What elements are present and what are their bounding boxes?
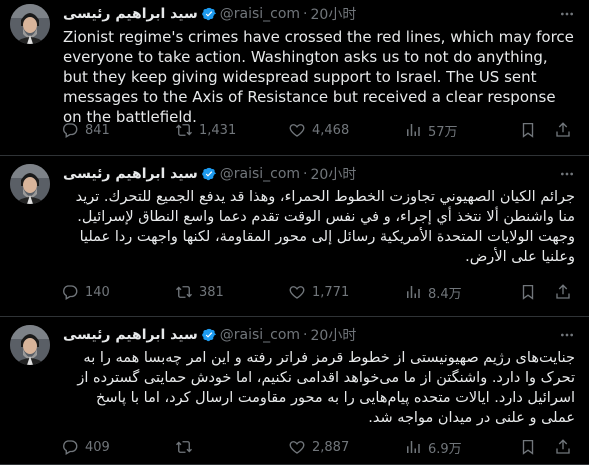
avatar-portrait-icon [10, 4, 50, 44]
tweet-text: جنایت‌های رژیم صهیونیستی از خطوط قرمز فر… [77, 350, 575, 426]
author-handle[interactable]: @raisi_com [220, 327, 300, 343]
avatar[interactable] [10, 325, 50, 365]
retweet-button[interactable]: 1,431 [175, 120, 236, 140]
share-button[interactable] [554, 282, 572, 302]
verified-badge-icon [201, 328, 216, 342]
retweet-icon [176, 441, 192, 453]
separator-dot: · [303, 6, 308, 22]
reply-button[interactable]: 409 [61, 437, 110, 457]
views-count: 57万 [428, 124, 458, 140]
like-count: 2,887 [312, 439, 350, 455]
share-button[interactable] [554, 120, 572, 140]
views-button[interactable]: 57万 [404, 120, 458, 140]
like-button[interactable]: 4,468 [288, 120, 349, 140]
reply-button[interactable]: 140 [61, 282, 110, 302]
author-handle[interactable]: @raisi_com [220, 166, 300, 182]
like-icon [289, 441, 305, 454]
tweet-text: Zionist regime's crimes have crossed the… [63, 28, 574, 126]
reply-count: 140 [85, 284, 110, 300]
bookmark-button[interactable] [519, 282, 537, 302]
separator-dot: · [303, 327, 308, 343]
verified-badge-icon [201, 7, 216, 21]
retweet-button[interactable]: 381 [175, 282, 224, 302]
bookmark-button[interactable] [519, 437, 537, 457]
retweet-icon [176, 286, 192, 298]
verified-badge-icon [201, 167, 216, 181]
views-button[interactable]: 6.9万 [404, 437, 462, 457]
like-button[interactable]: 1,771 [288, 282, 349, 302]
tweet-actions: 140 381 1,771 8.4万 [0, 282, 589, 302]
reply-button[interactable]: 841 [61, 120, 110, 140]
bookmark-icon [522, 122, 534, 138]
tweet[interactable]: سيد ابراهيم رئيسى @raisi_com · 20小时 جرائ… [0, 156, 589, 317]
timestamp[interactable]: 20小时 [311, 325, 357, 345]
reply-icon [63, 440, 78, 455]
avatar-portrait-icon [10, 164, 50, 204]
retweet-count: 1,431 [199, 122, 237, 138]
share-icon [556, 439, 570, 454]
timestamp[interactable]: 20小时 [311, 4, 357, 24]
bookmark-button[interactable] [519, 120, 537, 140]
like-count: 1,771 [312, 284, 350, 300]
author-handle[interactable]: @raisi_com [220, 6, 300, 22]
tweet[interactable]: سيد ابراهيم رئيسى @raisi_com · 20小时 جنای… [0, 317, 589, 465]
views-icon [407, 286, 420, 298]
avatar-portrait-icon [10, 325, 50, 365]
like-count: 4,468 [312, 122, 350, 138]
retweet-count: 381 [199, 284, 224, 300]
avatar[interactable] [10, 164, 50, 204]
more-icon[interactable] [557, 325, 577, 345]
reply-count: 841 [85, 122, 110, 138]
reply-icon [63, 123, 78, 138]
views-count: 8.4万 [428, 286, 462, 302]
separator-dot: · [303, 166, 308, 182]
views-icon [407, 124, 420, 136]
reply-count: 409 [85, 439, 110, 455]
share-icon [556, 122, 570, 137]
retweet-icon [176, 124, 192, 136]
share-button[interactable] [554, 437, 572, 457]
tweet[interactable]: سيد ابراهيم رئيسى @raisi_com · 20小时 Zion… [0, 0, 589, 156]
retweet-button[interactable] [175, 437, 199, 457]
tweet-actions: 409 2,887 6.9万 [0, 437, 589, 457]
views-button[interactable]: 8.4万 [404, 282, 462, 302]
share-icon [556, 284, 570, 299]
avatar[interactable] [10, 4, 50, 44]
views-icon [407, 441, 420, 453]
views-count: 6.9万 [428, 441, 462, 457]
reply-icon [63, 285, 78, 300]
timestamp[interactable]: 20小时 [311, 164, 357, 184]
author-name[interactable]: سيد ابراهيم رئيسى [63, 6, 198, 22]
more-icon[interactable] [557, 164, 577, 184]
like-icon [289, 124, 305, 137]
bookmark-icon [522, 439, 534, 455]
author-name[interactable]: سيد ابراهيم رئيسى [63, 327, 198, 343]
author-name[interactable]: سيد ابراهيم رئيسى [63, 166, 198, 182]
tweet-actions: 841 1,431 4,468 57万 [0, 120, 589, 140]
like-button[interactable]: 2,887 [288, 437, 349, 457]
like-icon [289, 286, 305, 299]
more-icon[interactable] [557, 4, 577, 24]
bookmark-icon [522, 284, 534, 300]
tweet-text: جرائم الكيان الصهيوني تجاوزت الخطوط الحم… [75, 189, 575, 265]
